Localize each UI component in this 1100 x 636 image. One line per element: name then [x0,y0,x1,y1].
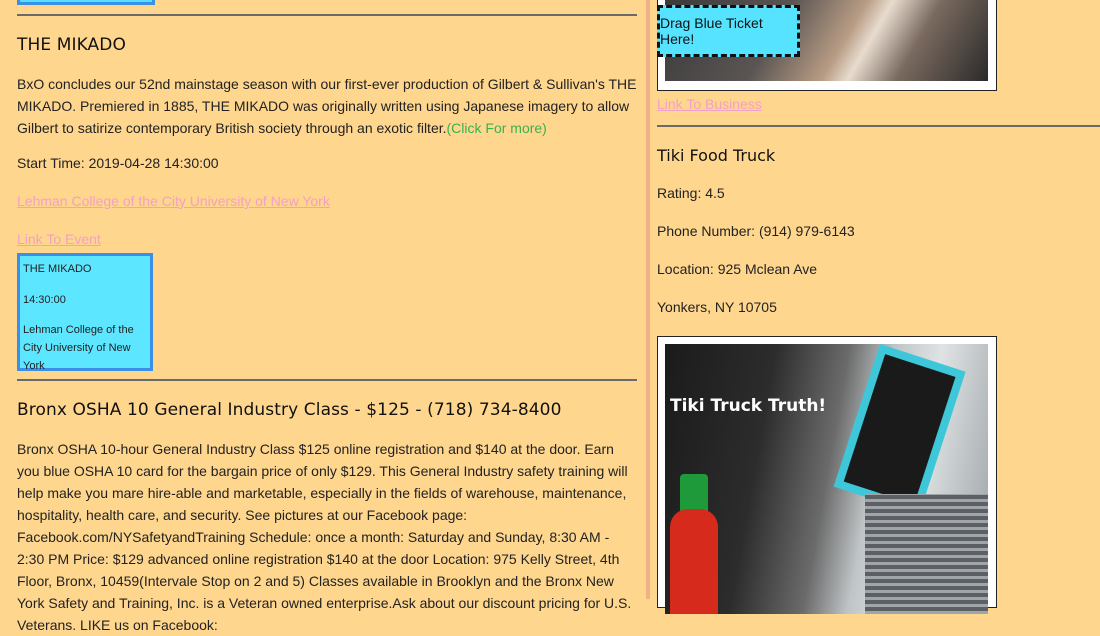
blue-ticket[interactable]: THE MIKADO 14:30:00 Lehman College of th… [17,253,153,372]
business-phone: Phone Number: (914) 979-6143 [657,223,855,239]
business-link[interactable]: Link To Business [657,96,762,112]
event-description: Bronx OSHA 10-hour General Industry Clas… [17,441,632,633]
food-truck-photo-frame: Tiki Truck Truth! [657,336,997,614]
venue-link[interactable]: Lehman College of the City University of… [17,193,330,209]
ticket-time: 14:30:00 [23,294,66,306]
event-description: BxO concludes our 52nd mainstage season … [17,73,637,139]
event-link[interactable]: Link To Event [17,231,101,247]
event-start-time: Start Time: 2019-04-28 14:30:00 [17,155,219,171]
ticket-venue: Lehman College of the City University of… [23,324,134,372]
event-title: THE MIKADO [17,35,126,55]
event-title: Bronx OSHA 10 General Industry Class - $… [17,400,562,420]
events-column: THE MIKADO BxO concludes our 52nd mainst… [0,0,646,633]
divider-line [657,125,1100,127]
menu-board [833,344,966,515]
ticket-title: THE MIKADO [23,263,92,275]
business-rating: Rating: 4.5 [657,185,725,201]
grill [865,494,988,614]
business-column: Drag Blue Ticket Here! Link To Business … [650,0,1100,614]
ticket-drop-zone[interactable]: Drag Blue Ticket Here! [657,5,800,57]
sauce-bottle [670,509,718,614]
previous-ticket[interactable] [17,0,155,5]
sauce-bottle-cap [680,474,708,514]
click-for-more-link[interactable]: (Click For more) [447,120,547,136]
photo-caption: Tiki Truck Truth! [670,396,827,416]
divider-line [17,379,637,381]
food-truck-photo: Tiki Truck Truth! [665,344,988,614]
business-name: Tiki Food Truck [657,146,776,165]
business-location: Location: 925 Mclean Ave [657,261,818,277]
divider-line [17,14,637,16]
business-city: Yonkers, NY 10705 [657,299,777,315]
